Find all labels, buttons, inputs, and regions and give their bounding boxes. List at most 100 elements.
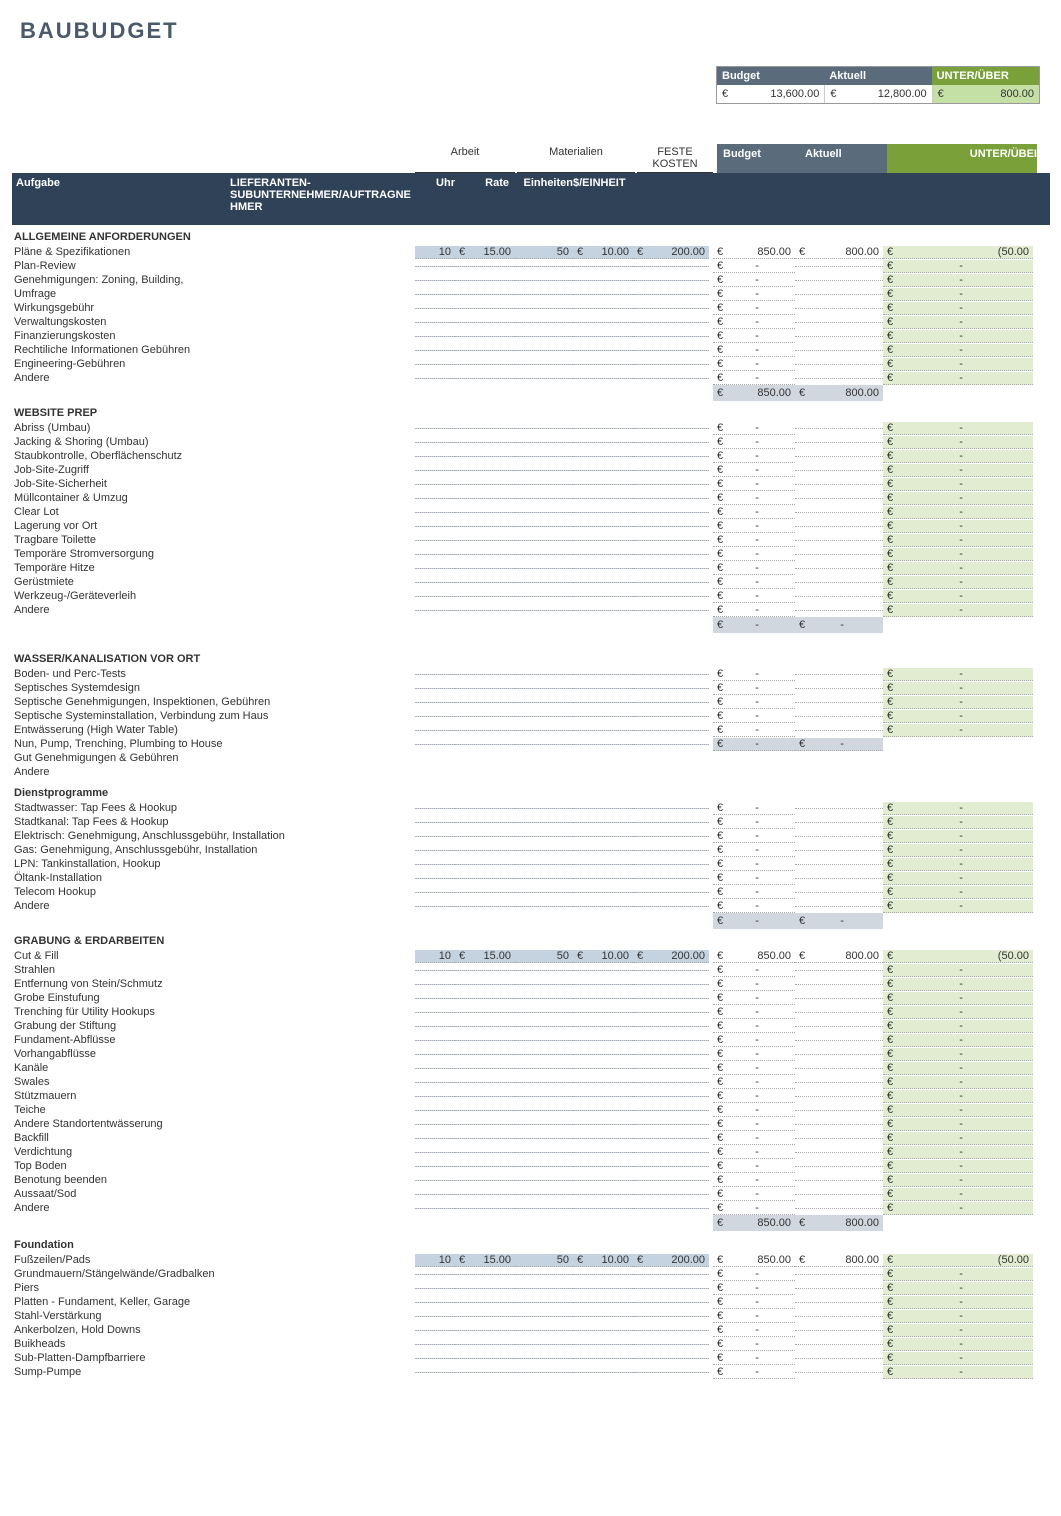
cell-feste[interactable] (633, 1288, 709, 1289)
cell-unit[interactable] (573, 984, 633, 985)
cell-unit[interactable] (573, 1344, 633, 1345)
cell-uhr[interactable] (415, 568, 455, 569)
cell-unit[interactable] (573, 998, 633, 999)
cell-rate[interactable] (455, 456, 515, 457)
cell-unit[interactable] (573, 266, 633, 267)
cell-einheiten[interactable] (515, 688, 573, 689)
cell-feste[interactable] (633, 674, 709, 675)
cell-uhr[interactable] (415, 1316, 455, 1317)
cell-einheiten[interactable] (515, 1288, 573, 1289)
cell-rate[interactable] (455, 970, 515, 971)
cell-rate[interactable] (455, 702, 515, 703)
cell-unit[interactable] (573, 428, 633, 429)
cell-einheiten[interactable] (515, 1302, 573, 1303)
cell-einheiten[interactable] (515, 998, 573, 999)
cell-uhr[interactable] (415, 1152, 455, 1153)
cell-rate[interactable] (455, 716, 515, 717)
cell-einheiten[interactable] (515, 1208, 573, 1209)
cell-uhr[interactable] (415, 998, 455, 999)
cell-unit[interactable] (573, 484, 633, 485)
cell-einheiten[interactable] (515, 1180, 573, 1181)
cell-rate[interactable] (455, 1330, 515, 1331)
cell-rate[interactable] (455, 378, 515, 379)
cell-einheiten[interactable] (515, 498, 573, 499)
cell-rate[interactable] (455, 350, 515, 351)
cell-rate[interactable] (455, 1012, 515, 1013)
cell-einheiten[interactable] (515, 730, 573, 731)
cell-unit[interactable] (573, 470, 633, 471)
cell-rate[interactable] (455, 498, 515, 499)
cell-feste[interactable] (633, 1124, 709, 1125)
cell-unit[interactable] (573, 730, 633, 731)
cell-feste[interactable] (633, 850, 709, 851)
cell-uhr[interactable] (415, 428, 455, 429)
cell-einheiten[interactable] (515, 350, 573, 351)
cell-unit[interactable] (573, 1068, 633, 1069)
cell-einheiten[interactable] (515, 1152, 573, 1153)
cell-feste[interactable] (633, 906, 709, 907)
cell-unit[interactable] (573, 1110, 633, 1111)
cell-feste[interactable] (633, 970, 709, 971)
cell-uhr[interactable] (415, 308, 455, 309)
cell-uhr[interactable] (415, 1274, 455, 1275)
cell-uhr[interactable] (415, 470, 455, 471)
cell-feste[interactable] (633, 688, 709, 689)
cell-rate[interactable] (455, 1180, 515, 1181)
cell-unit[interactable]: €10.00 (573, 950, 633, 963)
cell-rate[interactable] (455, 540, 515, 541)
cell-uhr[interactable] (415, 892, 455, 893)
cell-feste[interactable] (633, 836, 709, 837)
cell-unit[interactable] (573, 526, 633, 527)
cell-rate[interactable] (455, 1208, 515, 1209)
cell-unit[interactable] (573, 836, 633, 837)
cell-uhr[interactable] (415, 1138, 455, 1139)
cell-uhr[interactable] (415, 1026, 455, 1027)
cell-uhr[interactable] (415, 970, 455, 971)
cell-rate[interactable] (455, 906, 515, 907)
cell-feste[interactable] (633, 1180, 709, 1181)
cell-uhr[interactable] (415, 610, 455, 611)
cell-feste[interactable] (633, 364, 709, 365)
cell-rate[interactable] (455, 1124, 515, 1125)
cell-feste[interactable] (633, 1138, 709, 1139)
cell-unit[interactable] (573, 1208, 633, 1209)
cell-rate[interactable] (455, 470, 515, 471)
cell-einheiten[interactable] (515, 596, 573, 597)
cell-feste[interactable] (633, 702, 709, 703)
cell-rate[interactable] (455, 512, 515, 513)
cell-rate[interactable]: €15.00 (455, 950, 515, 963)
cell-einheiten[interactable] (515, 554, 573, 555)
cell-rate[interactable] (455, 442, 515, 443)
cell-feste[interactable] (633, 1068, 709, 1069)
cell-rate[interactable] (455, 526, 515, 527)
cell-einheiten[interactable] (515, 470, 573, 471)
cell-einheiten[interactable] (515, 836, 573, 837)
cell-einheiten[interactable] (515, 1054, 573, 1055)
cell-unit[interactable] (573, 498, 633, 499)
cell-feste[interactable] (633, 998, 709, 999)
cell-uhr[interactable] (415, 294, 455, 295)
cell-unit[interactable] (573, 822, 633, 823)
cell-uhr[interactable] (415, 498, 455, 499)
cell-uhr[interactable] (415, 1208, 455, 1209)
cell-rate[interactable] (455, 336, 515, 337)
cell-uhr[interactable] (415, 864, 455, 865)
cell-rate[interactable] (455, 1138, 515, 1139)
cell-feste[interactable] (633, 1358, 709, 1359)
cell-uhr[interactable] (415, 822, 455, 823)
cell-einheiten[interactable] (515, 428, 573, 429)
cell-feste[interactable] (633, 1344, 709, 1345)
cell-einheiten[interactable] (515, 266, 573, 267)
cell-feste[interactable] (633, 730, 709, 731)
cell-feste[interactable] (633, 1026, 709, 1027)
cell-einheiten[interactable] (515, 1316, 573, 1317)
cell-uhr[interactable] (415, 442, 455, 443)
cell-feste[interactable] (633, 582, 709, 583)
cell-unit[interactable] (573, 1274, 633, 1275)
cell-rate[interactable] (455, 864, 515, 865)
cell-uhr[interactable] (415, 906, 455, 907)
cell-uhr[interactable] (415, 526, 455, 527)
cell-feste[interactable] (633, 498, 709, 499)
cell-uhr[interactable]: 10 (415, 1254, 455, 1267)
cell-einheiten[interactable] (515, 364, 573, 365)
